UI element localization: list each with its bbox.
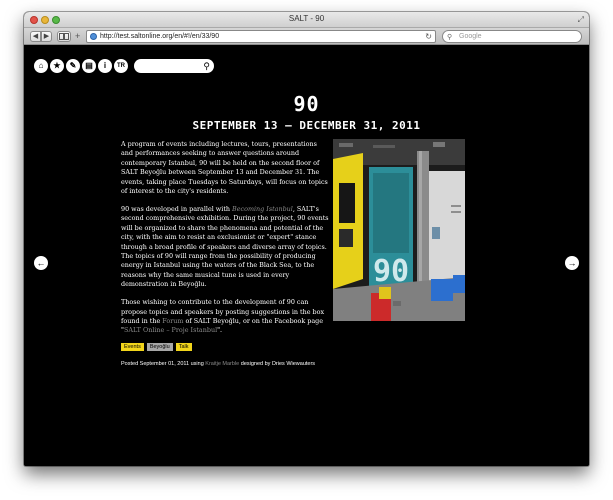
- search-placeholder: Google: [459, 33, 482, 40]
- search-icon: ⚲: [447, 34, 453, 41]
- fullscreen-icon[interactable]: ⤢: [578, 15, 584, 25]
- site-search-input[interactable]: ⚲: [134, 59, 214, 73]
- bookmarks-button[interactable]: [57, 31, 71, 42]
- post-title: 90: [293, 92, 320, 116]
- tag-beyoglu[interactable]: Beyoğlu: [146, 343, 173, 351]
- previous-post-button[interactable]: ←: [34, 256, 48, 270]
- bookmarks-icon: [59, 33, 69, 40]
- paragraph-2-text-a: 90 was developed in parallel with: [121, 204, 233, 213]
- forum-link[interactable]: Forum: [162, 317, 183, 325]
- back-button[interactable]: ◀: [30, 31, 41, 42]
- window-title: SALT - 90: [288, 14, 325, 23]
- title-bar: SALT - 90 ⤢: [24, 12, 589, 28]
- new-tab-button[interactable]: +: [75, 31, 80, 42]
- facebook-page-link[interactable]: SALT Online – Proje Istanbul: [124, 326, 217, 334]
- globe-icon: [90, 33, 97, 40]
- paragraph-2-text-b: , SALT's second comprehensive exhibition…: [121, 204, 329, 289]
- address-text: http://test.saltonline.org/en/#!/en/33/9…: [100, 33, 220, 40]
- paragraph-1: A program of events including lectures, …: [121, 140, 328, 196]
- post-image: 90: [333, 139, 465, 321]
- paragraph-3: Those wishing to contribute to the devel…: [121, 298, 329, 336]
- reload-icon[interactable]: ↻: [425, 31, 432, 42]
- home-icon[interactable]: ⌂: [34, 59, 48, 73]
- language-tr-icon[interactable]: TR: [114, 59, 128, 73]
- post-subtitle: SEPTEMBER 13 – DECEMBER 31, 2011: [192, 119, 421, 132]
- post-tags: Events Beyoğlu Talk: [121, 343, 192, 351]
- page-content: ⌂ ★ ✎ ▤ i TR ⚲ ← → 90 SEPTEMBER 13 – DEC…: [24, 46, 589, 466]
- forward-button[interactable]: ▶: [41, 31, 52, 42]
- becoming-istanbul-link[interactable]: Becoming Istanbul: [232, 205, 293, 213]
- tag-icon[interactable]: ✎: [66, 59, 80, 73]
- browser-window: SALT - 90 ⤢ ◀ ▶ + http://test.saltonline…: [24, 12, 589, 466]
- paragraph-2: 90 was developed in parallel with Becomi…: [121, 205, 329, 290]
- address-bar[interactable]: http://test.saltonline.org/en/#!/en/33/9…: [86, 30, 436, 43]
- post-body: A program of events including lectures, …: [121, 140, 329, 344]
- info-icon[interactable]: i: [98, 59, 112, 73]
- posted-text-b: designed by Dries Wiewauters: [239, 361, 316, 367]
- next-post-button[interactable]: →: [565, 256, 579, 270]
- search-field[interactable]: ⚲ Google: [442, 30, 582, 43]
- archive-icon[interactable]: ▤: [82, 59, 96, 73]
- site-nav: ⌂ ★ ✎ ▤ i TR: [34, 59, 128, 73]
- paragraph-3-text-c: ".: [217, 326, 223, 335]
- star-icon[interactable]: ★: [50, 59, 64, 73]
- arrow-left-icon: ←: [36, 258, 46, 268]
- arrow-right-icon: →: [567, 258, 577, 268]
- search-icon[interactable]: ⚲: [203, 59, 210, 73]
- tag-events[interactable]: Events: [121, 343, 144, 351]
- tag-talk[interactable]: Talk: [175, 343, 192, 351]
- exhibition-photo: 90: [333, 139, 465, 321]
- posted-text-a: Posted September 01, 2011 using: [121, 361, 206, 367]
- browser-toolbar: ◀ ▶ + http://test.saltonline.org/en/#!/e…: [24, 28, 589, 45]
- post-footer: Posted September 01, 2011 using Kraitje …: [121, 361, 315, 367]
- theme-link[interactable]: Kraitje Marble: [205, 361, 239, 367]
